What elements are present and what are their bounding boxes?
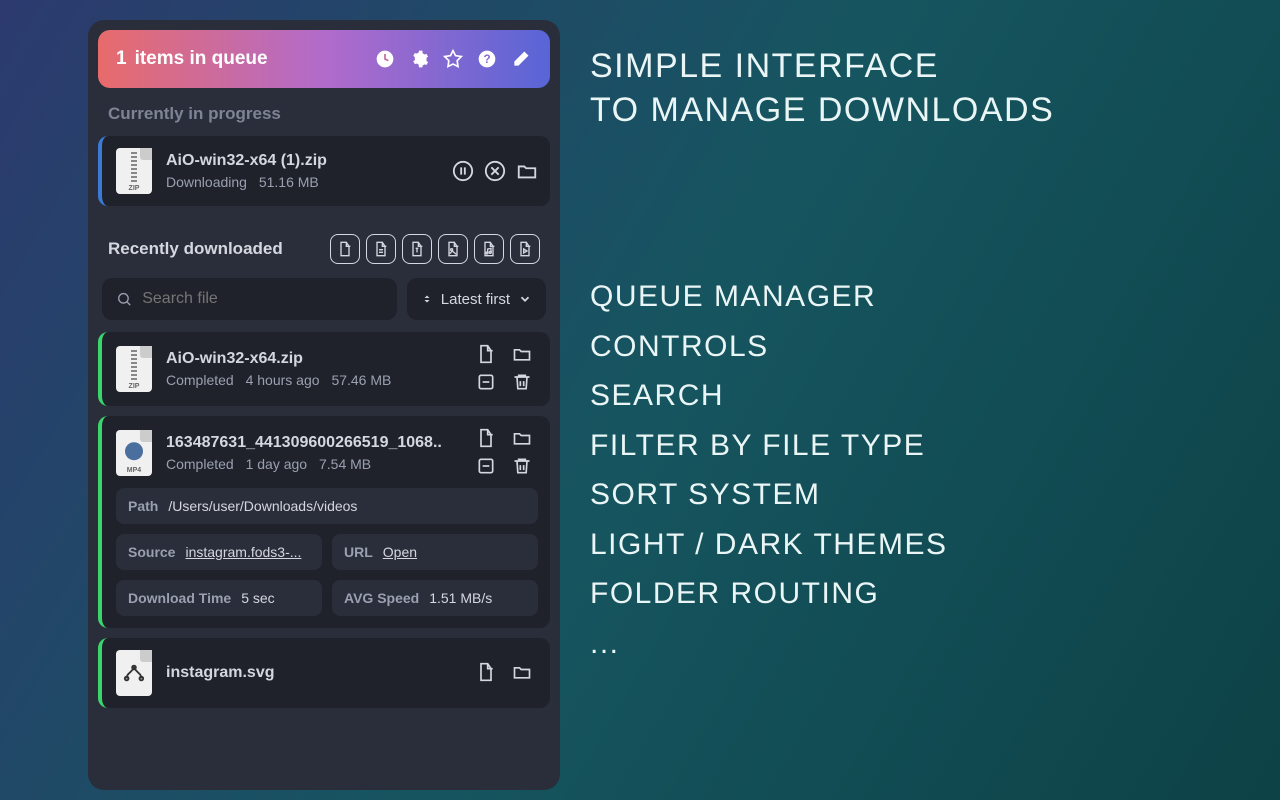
folder-icon[interactable] — [516, 160, 538, 182]
file-meta: Completed 1 day ago 7.54 MB — [166, 456, 466, 472]
folder-icon[interactable] — [512, 344, 534, 366]
marketing-copy: SIMPLE INTERFACE TO MANAGE DOWNLOADS QUE… — [590, 44, 1054, 668]
sort-label: Latest first — [441, 291, 510, 308]
help-icon[interactable]: ? — [476, 48, 498, 70]
trash-icon[interactable] — [512, 456, 534, 478]
search-box[interactable] — [102, 278, 397, 320]
trash-icon[interactable] — [512, 372, 534, 394]
file-icon-zip: ZIP — [116, 148, 152, 194]
download-card-expanded[interactable]: MP4 163487631_441309600266519_1068.. Com… — [98, 416, 550, 628]
folder-icon[interactable] — [512, 428, 534, 450]
copy-icon[interactable] — [476, 428, 498, 450]
sort-dropdown[interactable]: Latest first — [407, 278, 546, 320]
detail-path: Path /Users/user/Downloads/videos — [116, 488, 538, 524]
detail-avg-speed: AVG Speed 1.51 MB/s — [332, 580, 538, 616]
svg-text:?: ? — [483, 53, 490, 66]
detail-download-time: Download Time 5 sec — [116, 580, 322, 616]
file-name: 163487631_441309600266519_1068.. — [166, 434, 466, 452]
folder-icon[interactable] — [512, 662, 534, 684]
filter-all-icon[interactable] — [330, 234, 360, 264]
clock-icon[interactable] — [374, 48, 396, 70]
file-name: AiO-win32-x64.zip — [166, 350, 466, 368]
file-icon-svg — [116, 650, 152, 696]
feature-item: LIGHT / DARK THEMES — [590, 520, 1054, 570]
file-meta: Downloading 51.16 MB — [166, 174, 442, 190]
url-link[interactable]: Open — [383, 544, 417, 560]
file-icon-zip: ZIP — [116, 346, 152, 392]
feature-item: ... — [590, 619, 1054, 669]
chevron-down-icon — [518, 292, 532, 306]
eraser-icon[interactable] — [510, 48, 532, 70]
detail-url: URL Open — [332, 534, 538, 570]
pause-icon[interactable] — [452, 160, 474, 182]
feature-item: SORT SYSTEM — [590, 470, 1054, 520]
gear-icon[interactable] — [408, 48, 430, 70]
file-name: instagram.svg — [166, 664, 466, 682]
feature-item: SEARCH — [590, 371, 1054, 421]
sort-icon — [421, 293, 433, 305]
file-icon-mp4: MP4 — [116, 430, 152, 476]
search-icon — [116, 290, 132, 308]
collapse-icon[interactable] — [476, 456, 498, 478]
headline-1: SIMPLE INTERFACE — [590, 44, 1054, 88]
download-manager-panel: 1 items in queue ? Currently in progress — [88, 20, 560, 790]
recent-section-title: Recently downloaded — [88, 216, 560, 278]
copy-icon[interactable] — [476, 344, 498, 366]
source-link[interactable]: instagram.fods3-... — [185, 544, 301, 560]
download-card-progress[interactable]: ZIP AiO-win32-x64 (1).zip Downloading 51… — [98, 136, 550, 206]
header-bar: 1 items in queue ? — [98, 30, 550, 88]
file-meta: Completed 4 hours ago 57.46 MB — [166, 372, 466, 388]
queue-label: items in queue — [135, 48, 374, 70]
filter-audio-icon[interactable] — [474, 234, 504, 264]
filter-archive-icon[interactable] — [402, 234, 432, 264]
filter-image-icon[interactable] — [438, 234, 468, 264]
filter-doc-icon[interactable] — [366, 234, 396, 264]
detail-source: Source instagram.fods3-... — [116, 534, 322, 570]
queue-count: 1 — [116, 48, 127, 70]
collapse-icon[interactable] — [476, 372, 498, 394]
copy-icon[interactable] — [476, 662, 498, 684]
download-card[interactable]: instagram.svg — [98, 638, 550, 708]
feature-item: CONTROLS — [590, 322, 1054, 372]
cancel-icon[interactable] — [484, 160, 506, 182]
star-icon[interactable] — [442, 48, 464, 70]
feature-item: FILTER BY FILE TYPE — [590, 421, 1054, 471]
file-name: AiO-win32-x64 (1).zip — [166, 152, 442, 170]
search-input[interactable] — [142, 290, 383, 308]
filter-video-icon[interactable] — [510, 234, 540, 264]
feature-item: FOLDER ROUTING — [590, 569, 1054, 619]
progress-section-title: Currently in progress — [88, 98, 560, 136]
headline-2: TO MANAGE DOWNLOADS — [590, 88, 1054, 132]
feature-list: QUEUE MANAGER CONTROLS SEARCH FILTER BY … — [590, 272, 1054, 668]
download-card[interactable]: ZIP AiO-win32-x64.zip Completed 4 hours … — [98, 332, 550, 406]
feature-item: QUEUE MANAGER — [590, 272, 1054, 322]
